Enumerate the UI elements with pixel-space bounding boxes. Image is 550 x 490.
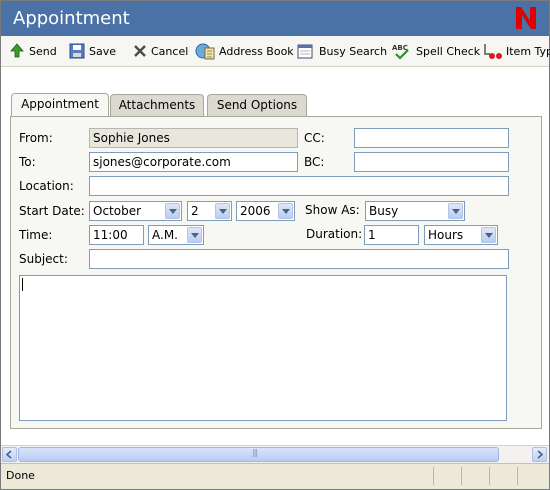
start-day-value: 2 [191, 204, 199, 218]
tab-attachments[interactable]: Attachments [110, 94, 204, 116]
address-book-button[interactable]: Address Book [195, 42, 294, 60]
cancel-icon [134, 45, 146, 57]
novell-logo-icon [516, 7, 536, 29]
subject-field[interactable] [89, 249, 509, 269]
chevron-left-icon [5, 450, 12, 459]
item-type-icon [484, 44, 502, 59]
duration-unit-select[interactable]: Hours [424, 225, 498, 245]
location-field[interactable] [89, 176, 509, 196]
ampm-select[interactable]: A.M. [148, 225, 204, 245]
appointment-panel: From: Sophie Jones CC: To: sjones@corpor… [10, 116, 542, 429]
tab-send-options-label: Send Options [216, 98, 298, 112]
scroll-right-button[interactable] [532, 447, 547, 462]
busy-search-icon [297, 44, 313, 59]
chevron-down-icon[interactable] [165, 203, 180, 219]
scroll-grip: ||| [252, 448, 258, 457]
status-divider [433, 467, 434, 485]
busy-search-button[interactable]: Busy Search [297, 42, 387, 60]
duration-label: Duration: [306, 227, 363, 241]
spell-check-label: Spell Check [416, 44, 481, 58]
start-month-value: October [93, 204, 142, 218]
duration-field[interactable]: 1 [364, 225, 419, 245]
scroll-thumb[interactable]: ||| [18, 447, 499, 462]
spell-check-icon: ABC [392, 44, 409, 60]
from-field: Sophie Jones [89, 128, 298, 148]
title-bar: Appointment [1, 1, 549, 36]
window-title: Appointment [13, 8, 130, 29]
address-book-icon [195, 43, 215, 60]
status-bar: Done [1, 463, 549, 489]
start-date-label: Start Date: [19, 204, 85, 218]
start-month-select[interactable]: October [89, 201, 182, 221]
send-label: Send [29, 44, 57, 58]
chevron-down-icon[interactable] [448, 203, 463, 219]
to-label: To: [19, 155, 36, 169]
time-label: Time: [19, 228, 53, 242]
spell-check-button[interactable]: ABC Spell Check [392, 42, 480, 60]
start-day-select[interactable]: 2 [187, 201, 232, 221]
duration-unit-value: Hours [428, 228, 464, 242]
location-label: Location: [19, 179, 74, 193]
compose-area: Appointment Attachments Send Options Fro… [1, 67, 549, 445]
save-button[interactable]: Save [69, 42, 116, 60]
status-divider [489, 467, 490, 485]
item-type-label: Item Typ [506, 44, 550, 58]
bc-label: BC: [304, 155, 325, 169]
chevron-down-icon[interactable] [187, 227, 202, 243]
scroll-left-button[interactable] [2, 447, 17, 462]
chevron-down-icon[interactable] [278, 203, 293, 219]
item-type-button[interactable]: Item Typ [482, 42, 550, 60]
chevron-right-icon [537, 450, 544, 459]
bc-field[interactable] [354, 152, 509, 172]
toolbar: Send Save Cancel Address Book Busy Searc… [1, 36, 550, 67]
status-divider [461, 467, 462, 485]
cancel-label: Cancel [151, 44, 189, 58]
start-year-value: 2006 [240, 204, 271, 218]
message-body[interactable] [19, 275, 507, 421]
status-text: Done [6, 469, 35, 482]
time-field[interactable]: 11:00 [89, 225, 144, 245]
send-button[interactable]: Send [9, 42, 57, 60]
busy-search-label: Busy Search [319, 44, 388, 58]
save-label: Save [89, 44, 117, 58]
tab-appointment-label: Appointment [21, 97, 99, 111]
address-book-label: Address Book [219, 44, 294, 58]
status-divider [517, 467, 518, 485]
save-icon [69, 43, 85, 59]
svg-text:ABC: ABC [392, 44, 408, 52]
start-year-select[interactable]: 2006 [236, 201, 295, 221]
ampm-value: A.M. [152, 228, 178, 242]
send-icon [10, 43, 24, 58]
cancel-button[interactable]: Cancel [133, 42, 188, 60]
tab-send-options[interactable]: Send Options [207, 94, 307, 116]
show-as-value: Busy [369, 204, 399, 218]
to-field[interactable]: sjones@corporate.com [89, 152, 298, 172]
from-label: From: [19, 131, 53, 145]
cc-label: CC: [304, 131, 325, 145]
chevron-down-icon[interactable] [481, 227, 496, 243]
tab-appointment[interactable]: Appointment [11, 93, 109, 117]
cc-field[interactable] [354, 128, 509, 148]
horizontal-scrollbar[interactable]: ||| [1, 445, 549, 463]
tab-attachments-label: Attachments [118, 98, 196, 112]
text-caret [22, 278, 23, 291]
show-as-label: Show As: [305, 203, 360, 217]
subject-label: Subject: [19, 252, 68, 266]
chevron-down-icon[interactable] [215, 203, 230, 219]
show-as-select[interactable]: Busy [365, 201, 465, 221]
